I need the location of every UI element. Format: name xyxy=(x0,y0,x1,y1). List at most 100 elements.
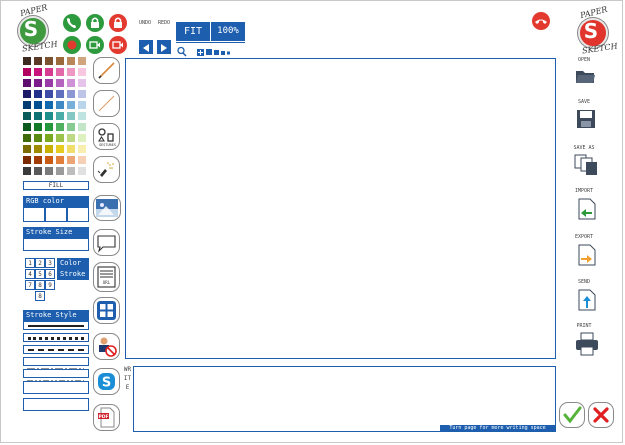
color-swatch[interactable] xyxy=(78,68,86,76)
color-swatch[interactable] xyxy=(78,112,86,120)
numpad-key[interactable]: 7 xyxy=(25,280,35,290)
color-swatch[interactable] xyxy=(34,145,42,153)
no-user-tool[interactable] xyxy=(93,333,120,360)
color-swatch[interactable] xyxy=(78,156,86,164)
stroke-style-empty-1[interactable] xyxy=(23,381,89,394)
color-swatch[interactable] xyxy=(45,145,53,153)
color-swatch[interactable] xyxy=(34,167,42,175)
numpad-key[interactable]: 3 xyxy=(45,258,55,268)
lock-closed-icon[interactable] xyxy=(109,14,127,32)
rgb-red-field[interactable] xyxy=(23,207,45,222)
color-swatch[interactable] xyxy=(45,123,53,131)
url-tool[interactable]: URL xyxy=(93,262,120,292)
stroke-style-solid[interactable] xyxy=(23,321,89,330)
color-swatch[interactable] xyxy=(56,79,64,87)
color-swatch[interactable] xyxy=(56,90,64,98)
color-swatch[interactable] xyxy=(45,68,53,76)
color-swatch[interactable] xyxy=(45,90,53,98)
drawing-canvas[interactable] xyxy=(125,58,556,359)
color-swatch[interactable] xyxy=(34,134,42,142)
color-swatch[interactable] xyxy=(67,112,75,120)
color-swatch[interactable] xyxy=(45,134,53,142)
pencil-tool[interactable] xyxy=(93,57,120,84)
color-swatch[interactable] xyxy=(56,112,64,120)
color-swatch[interactable] xyxy=(45,167,53,175)
color-swatch[interactable] xyxy=(67,68,75,76)
color-swatch[interactable] xyxy=(78,134,86,142)
color-swatch[interactable] xyxy=(67,156,75,164)
lock-icon[interactable] xyxy=(86,14,104,32)
color-swatch[interactable] xyxy=(23,101,31,109)
color-swatch[interactable] xyxy=(56,57,64,65)
color-swatch[interactable] xyxy=(23,167,31,175)
zoom-level[interactable]: 100% xyxy=(211,22,245,41)
send-button[interactable] xyxy=(578,289,596,311)
gestures-tool[interactable]: GESTURES xyxy=(93,123,120,150)
color-swatch[interactable] xyxy=(67,123,75,131)
export-button[interactable] xyxy=(578,244,596,266)
color-swatch[interactable] xyxy=(56,156,64,164)
spray-tool[interactable] xyxy=(93,156,120,183)
color-swatch[interactable] xyxy=(23,57,31,65)
color-swatch[interactable] xyxy=(78,101,86,109)
stroke-style-dash-dot[interactable] xyxy=(23,357,89,371)
color-swatch[interactable] xyxy=(67,167,75,175)
color-swatch[interactable] xyxy=(34,101,42,109)
stroke-style-empty-2[interactable] xyxy=(23,398,89,411)
color-swatch[interactable] xyxy=(23,145,31,153)
color-swatch[interactable] xyxy=(67,145,75,153)
color-swatch[interactable] xyxy=(34,68,42,76)
numpad-key[interactable]: 8 xyxy=(35,291,45,301)
fill-button[interactable]: FILL xyxy=(23,181,89,190)
writing-area[interactable] xyxy=(133,366,556,432)
image-tool[interactable] xyxy=(93,195,121,221)
color-swatch[interactable] xyxy=(56,167,64,175)
color-swatch[interactable] xyxy=(23,79,31,87)
stroke-style-dash-dot-dot[interactable] xyxy=(23,369,89,383)
color-swatch[interactable] xyxy=(78,167,86,175)
zoom-slider[interactable] xyxy=(176,42,245,57)
redo-button[interactable] xyxy=(157,40,171,54)
color-swatch[interactable] xyxy=(67,134,75,142)
rgb-green-field[interactable] xyxy=(45,207,67,222)
numpad-key[interactable]: 5 xyxy=(35,269,45,279)
color-swatch[interactable] xyxy=(34,156,42,164)
confirm-button[interactable] xyxy=(559,402,585,428)
color-swatch[interactable] xyxy=(67,101,75,109)
color-swatch[interactable] xyxy=(23,112,31,120)
color-swatch[interactable] xyxy=(45,112,53,120)
color-swatch[interactable] xyxy=(45,101,53,109)
color-swatch[interactable] xyxy=(78,145,86,153)
color-swatch[interactable] xyxy=(23,156,31,164)
undo-button[interactable] xyxy=(139,40,153,54)
grid-tool[interactable] xyxy=(93,297,120,324)
numpad-key[interactable]: 1 xyxy=(25,258,35,268)
skype-tool[interactable]: S xyxy=(93,368,120,395)
color-swatch[interactable] xyxy=(56,145,64,153)
color-swatch[interactable] xyxy=(78,79,86,87)
color-swatch[interactable] xyxy=(78,57,86,65)
color-swatch[interactable] xyxy=(78,123,86,131)
video-icon[interactable] xyxy=(86,36,104,54)
stroke-size-field[interactable] xyxy=(23,238,89,251)
numpad-key[interactable]: 9 xyxy=(45,280,55,290)
pen-tool[interactable] xyxy=(93,90,120,117)
open-button[interactable] xyxy=(574,66,596,86)
hangup-icon[interactable] xyxy=(532,12,550,30)
color-swatch[interactable] xyxy=(67,57,75,65)
import-button[interactable] xyxy=(578,198,596,220)
color-swatch[interactable] xyxy=(67,90,75,98)
rgb-blue-field[interactable] xyxy=(67,207,89,222)
fit-button[interactable]: FIT xyxy=(176,22,210,41)
save-button[interactable] xyxy=(576,109,596,129)
video-off-icon[interactable] xyxy=(109,36,127,54)
color-swatch[interactable] xyxy=(23,68,31,76)
numpad-key[interactable]: 6 xyxy=(45,269,55,279)
color-swatch[interactable] xyxy=(23,90,31,98)
color-swatch[interactable] xyxy=(67,79,75,87)
color-swatch[interactable] xyxy=(34,112,42,120)
color-swatch[interactable] xyxy=(78,90,86,98)
record-icon[interactable] xyxy=(63,36,81,54)
color-swatch[interactable] xyxy=(56,123,64,131)
stroke-style-dotted[interactable] xyxy=(23,333,89,342)
